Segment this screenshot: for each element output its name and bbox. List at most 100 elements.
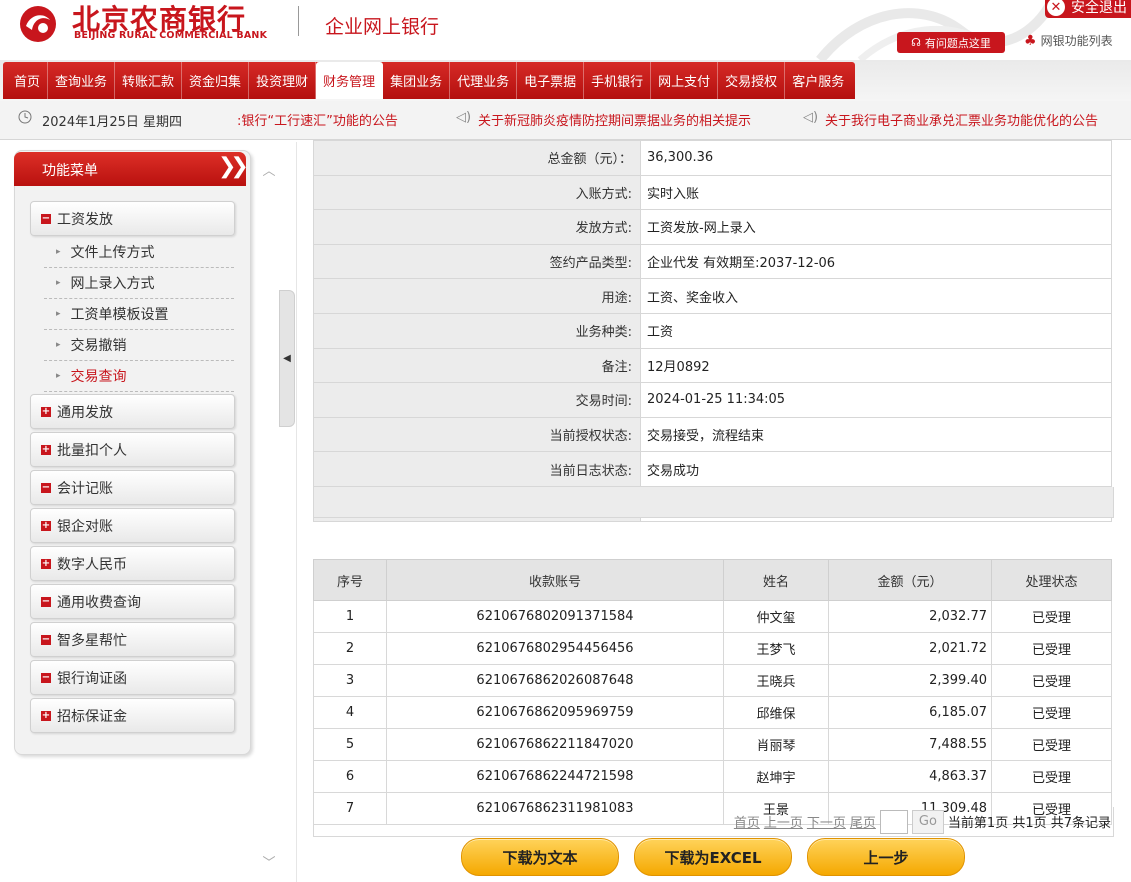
detail-table-footer	[313, 487, 1114, 518]
detail-label: 交易时间:	[313, 382, 641, 418]
detail-label: 用途:	[313, 278, 641, 314]
nav-item[interactable]: 财务管理	[316, 62, 384, 99]
nav-item[interactable]: 代理业务	[450, 62, 518, 99]
nav-item[interactable]: 集团业务	[383, 62, 451, 99]
cell-account: 6210676862026087648	[386, 664, 724, 697]
nav-item[interactable]: 电子票据	[517, 62, 585, 99]
cell-amount: 2,032.77	[828, 600, 992, 633]
main-nav: 首页 查询业务 转账汇款 资金归集 投资理财 财务管理 集团业务 代理业务 电子票据 手机银行 网上…	[3, 62, 856, 99]
sidebar-group-label: 批量扣个人	[57, 442, 127, 459]
sidebar-group[interactable]: + 批量扣个人	[30, 432, 235, 467]
sidebar-collapse-button[interactable]: ◀	[279, 290, 295, 427]
sidebar-subitem[interactable]: ▸ 文件上传方式	[44, 237, 234, 268]
go-button[interactable]: Go	[911, 809, 944, 834]
collapse-icon: −	[41, 595, 51, 607]
detail-label: 入账方式:	[313, 174, 641, 211]
next-page-link[interactable]: 下一页	[807, 812, 846, 831]
caret-right-icon: ▸	[56, 371, 61, 381]
detail-row: 备注: 12月0892	[313, 347, 1112, 384]
sidebar-group-salary[interactable]: − 工资发放	[30, 201, 235, 236]
sidebar-subitem-label: 网上录入方式	[70, 276, 155, 292]
detail-value: 2024-01-25 11:34:05	[640, 382, 1112, 418]
speaker-icon: ◁)	[456, 110, 472, 125]
scroll-down-icon[interactable]: ﹀	[262, 852, 276, 871]
nav-item[interactable]: 投资理财	[249, 62, 317, 99]
collapse-icon: −	[41, 633, 51, 645]
sidebar-group[interactable]: + 数字人民币	[30, 546, 235, 581]
nav-item[interactable]: 手机银行	[584, 62, 652, 99]
detail-row: 用途: 工资、奖金收入	[313, 278, 1112, 314]
bank-name-en: BEIJING RURAL COMMERCIAL BANK	[74, 30, 268, 41]
cell-account: 6210676862211847020	[386, 728, 724, 761]
sidebar-subitem-label: 工资单模板设置	[70, 307, 169, 323]
cell-account: 6210676862244721598	[386, 760, 724, 793]
pagination: 首页 上一页 下一页 尾页 Go 当前第1页 共1页 共7条记录	[313, 807, 1114, 837]
scroll-up-icon[interactable]: ︿	[262, 160, 276, 179]
notice-link[interactable]: 关于新冠肺炎疫情防控期间票据业务的相关提示	[478, 110, 751, 129]
close-icon: ✕	[1047, 0, 1065, 16]
cell-status: 已受理	[991, 728, 1112, 761]
notice-link[interactable]: :银行“工行速汇”功能的公告	[237, 110, 398, 129]
double-chevron-icon[interactable]: ❯❯	[218, 154, 249, 179]
nav-item[interactable]: 资金归集	[182, 62, 250, 99]
cell-amount: 7,488.55	[828, 728, 992, 761]
clock-icon	[18, 110, 32, 124]
cell-amount: 2,021.72	[828, 632, 992, 665]
sitemap-icon: ♣	[1024, 32, 1037, 49]
col-header-name: 姓名	[723, 559, 829, 601]
nav-item[interactable]: 客户服务	[785, 62, 851, 99]
nav-item[interactable]: 首页	[7, 62, 49, 99]
first-page-link[interactable]: 首页	[734, 812, 760, 831]
sidebar-group[interactable]: + 银企对账	[30, 508, 235, 543]
nav-item[interactable]: 查询业务	[48, 62, 116, 99]
sidebar-group[interactable]: + 通用发放	[30, 394, 235, 429]
sidebar-group[interactable]: − 银行询证函	[30, 660, 235, 695]
sidebar-subitem[interactable]: ▸ 工资单模板设置	[44, 299, 234, 330]
detail-value: 工资、奖金收入	[640, 278, 1112, 314]
expand-icon: +	[41, 443, 51, 455]
notice-link[interactable]: 关于我行电子商业承兑汇票业务功能优化的公告	[825, 110, 1098, 129]
col-header-status: 处理状态	[991, 559, 1112, 601]
sidebar-subitem[interactable]: ▸ 交易撤销	[44, 330, 234, 361]
cell-index: 2	[313, 632, 387, 665]
sidebar-subitem[interactable]: ▸ 交易查询	[44, 361, 234, 392]
sidebar-subitem[interactable]: ▸ 网上录入方式	[44, 268, 234, 299]
help-button[interactable]: ☊ 有问题点这里	[897, 32, 1005, 53]
page-number-input[interactable]	[879, 809, 908, 834]
cell-index: 3	[313, 664, 387, 697]
sidebar-group-label: 银行询证函	[57, 670, 127, 687]
table-row: 3 6210676862026087648 王晓兵 2,399.40 已受理	[313, 664, 1112, 697]
function-list-link[interactable]: ♣ 网银功能列表	[1024, 32, 1113, 49]
last-page-link[interactable]: 尾页	[850, 812, 876, 831]
sidebar-group[interactable]: − 会计记账	[30, 470, 235, 505]
cell-status: 已受理	[991, 600, 1112, 633]
nav-item[interactable]: 转账汇款	[115, 62, 183, 99]
sidebar-group-label: 数字人民币	[57, 556, 127, 573]
sidebar-group[interactable]: + 招标保证金	[30, 698, 235, 733]
sidebar-group-label: 招标保证金	[57, 708, 127, 725]
cell-account: 6210676862095969759	[386, 696, 724, 729]
table-row: 1 6210676802091371584 仲文玺 2,032.77 已受理	[313, 600, 1112, 633]
logout-button[interactable]: ✕ 安全退出	[1045, 0, 1131, 18]
header-divider	[298, 6, 299, 36]
logout-label: 安全退出	[1071, 0, 1127, 16]
back-button[interactable]: 上一步	[807, 838, 965, 876]
detail-value: 36,300.36	[640, 140, 1112, 176]
sidebar-group-label: 通用发放	[57, 404, 113, 421]
detail-value: 交易接受，流程结束	[640, 416, 1112, 453]
detail-label: 备注:	[313, 347, 641, 384]
nav-item[interactable]: 交易授权	[718, 62, 786, 99]
sidebar-group[interactable]: − 智多星帮忙	[30, 622, 235, 657]
table-row: 4 6210676862095969759 邱维保 6,185.07 已受理	[313, 696, 1112, 729]
function-list-label: 网银功能列表	[1040, 34, 1113, 48]
prev-page-link[interactable]: 上一页	[764, 812, 803, 831]
table-row: 5 6210676862211847020 肖丽琴 7,488.55 已受理	[313, 728, 1112, 761]
detail-label: 发放方式:	[313, 209, 641, 245]
caret-right-icon: ▸	[56, 309, 61, 319]
payee-records-table: 序号 收款账号 姓名 金额（元） 处理状态 1 62106768020913715…	[313, 559, 1112, 825]
download-text-button[interactable]: 下载为文本	[461, 838, 619, 876]
download-excel-button[interactable]: 下载为EXCEL	[634, 838, 792, 876]
nav-item[interactable]: 网上支付	[651, 62, 719, 99]
sidebar-group-label: 通用收费查询	[57, 594, 141, 611]
sidebar-group[interactable]: − 通用收费查询	[30, 584, 235, 619]
